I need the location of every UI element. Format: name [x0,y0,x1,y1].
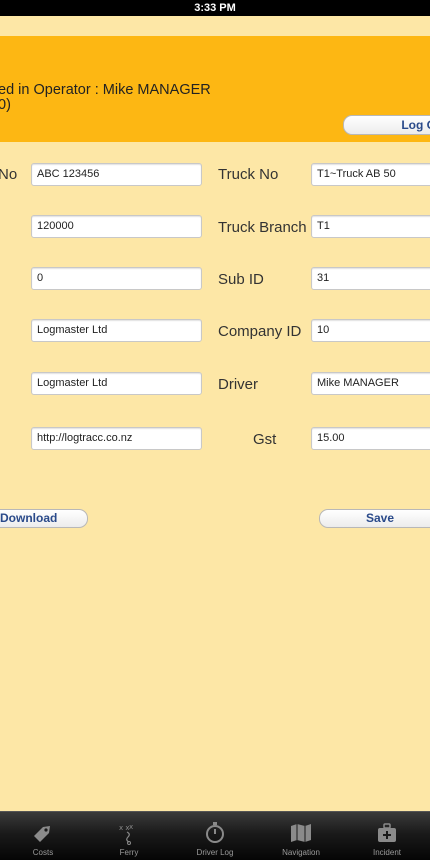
download-button[interactable]: Download [0,509,88,528]
tag-icon [34,826,50,842]
log-out-button[interactable]: Log O [343,115,430,135]
tab-driver-log-label: Driver Log [196,848,234,857]
tab-costs-label: Costs [32,848,54,857]
driver-label: Driver [218,376,258,393]
svg-text:x x: x x [119,824,130,832]
first-aid-kit-icon [378,823,396,842]
left-field-1[interactable]: ABC 123456 [31,163,202,186]
status-bar: 3:33 PM [0,0,430,16]
map-icon [291,824,311,842]
left-field-3[interactable]: 0 [31,267,202,290]
tab-navigation[interactable]: Navigation [258,812,344,860]
driver-field[interactable]: Mike MANAGER [311,372,430,395]
truck-branch-label: Truck Branch [218,219,307,236]
status-time: 3:33 PM [194,2,236,14]
sub-id-label: Sub ID [218,271,264,288]
left-label-1: No [0,166,18,183]
tab-incident-label: Incident [372,848,402,857]
stopwatch-icon [206,822,224,843]
svg-text:x: x [129,823,133,831]
ferry-plan-icon: x x x [119,823,133,845]
truck-no-label: Truck No [218,166,279,183]
truck-no-field[interactable]: T1~Truck AB 50 [311,163,430,186]
tab-incident[interactable]: Incident [344,812,430,860]
logged-in-operator-text-2: 0) [0,97,11,113]
left-field-4[interactable]: Logmaster Ltd [31,319,202,342]
left-field-5[interactable]: Logmaster Ltd [31,372,202,395]
save-button[interactable]: Save [319,509,430,528]
gst-field[interactable]: 15.00 [311,427,430,450]
left-field-6[interactable]: http://logtracc.co.nz [31,427,202,450]
tab-driver-log[interactable]: Driver Log [172,812,258,860]
company-id-field[interactable]: 10 [311,319,430,342]
sub-id-field[interactable]: 31 [311,267,430,290]
tab-navigation-label: Navigation [282,848,320,857]
tab-bar: Costs x x x Ferry Driver Log Navigation [0,811,430,860]
logged-in-operator-text: ed in Operator : Mike MANAGER [0,82,211,98]
header-bar: ed in Operator : Mike MANAGER 0) Log O [0,36,430,142]
company-id-label: Company ID [218,323,302,340]
truck-branch-field[interactable]: T1 [311,215,430,238]
tab-ferry[interactable]: x x x Ferry [86,812,172,860]
tab-ferry-label: Ferry [119,848,139,857]
tab-costs[interactable]: Costs [0,812,86,860]
left-field-2[interactable]: 120000 [31,215,202,238]
gst-label: Gst [253,431,277,448]
